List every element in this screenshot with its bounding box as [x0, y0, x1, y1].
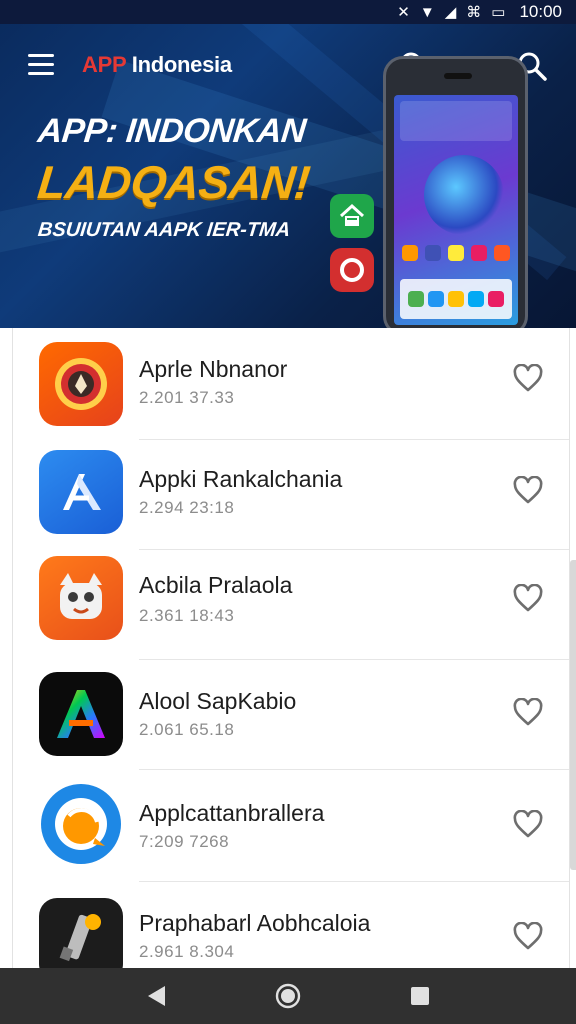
promo-line-1: APP: INDONKAN: [36, 112, 308, 150]
home-circle-icon: [275, 983, 301, 1009]
home-button[interactable]: [268, 976, 308, 1016]
app-name: Alool SapKabio: [139, 688, 297, 714]
cat-mascot-glyph: [60, 573, 102, 619]
app-meta: 2.361 18:43: [139, 606, 235, 625]
ring-icon: [340, 258, 364, 282]
chat-bubble-glyph: [41, 784, 121, 864]
heart-icon: [513, 363, 543, 392]
app-badge: [330, 248, 374, 292]
phone-dock-icons: [408, 291, 504, 307]
app-meta: 2.201 37.33: [139, 388, 235, 407]
promo-line-2: LADQASAN!: [35, 156, 313, 208]
app-meta: 2.061 65.18: [139, 720, 235, 739]
brand-name: Indonesia: [125, 52, 232, 77]
system-nav-bar: [0, 968, 576, 1024]
chat-bubble-icon: [39, 782, 123, 866]
recents-button[interactable]: [400, 976, 440, 1016]
promo-headline: APP: INDONKAN LADQASAN! BSUIUTAN AAPK IE…: [35, 112, 338, 242]
favorite-button[interactable]: [513, 363, 543, 392]
arrow-a-icon: [39, 450, 123, 534]
nfc-icon: ⌘: [466, 3, 482, 21]
list-item[interactable]: Acbila Pralaola 2.361 18:43: [13, 548, 569, 660]
brand-accent: APP: [82, 52, 126, 77]
recents-square-icon: [411, 987, 429, 1005]
back-triangle-icon: [148, 986, 165, 1006]
heart-icon: [513, 921, 543, 950]
phone-screen: [394, 95, 518, 325]
list-item[interactable]: Alool SapKabio 2.061 65.18: [13, 658, 569, 770]
wallpaper-shape: [424, 155, 504, 235]
phone-illustration: [383, 56, 528, 328]
clock: 10:00: [519, 2, 562, 21]
app-name: Praphabarl Aobhcaloia: [139, 910, 371, 936]
compass-gear-icon: [39, 342, 123, 426]
heart-icon: [513, 583, 543, 612]
arrow-a-glyph: [63, 474, 101, 510]
list-item[interactable]: Praphabarl Aobhcaloia 2.961 8.304: [13, 882, 569, 968]
favorite-button[interactable]: [513, 697, 543, 726]
status-bar: ✕ ▼ ◢ ⌘ ▭ 10:00: [0, 0, 576, 24]
promo-line-3: BSUIUTAN AAPK IER-TMA: [36, 219, 292, 241]
mute-icon: ✕: [397, 3, 410, 21]
app-name: Acbila Pralaola: [139, 572, 293, 598]
hamburger-icon-bar: [28, 54, 54, 57]
store-badge: [330, 194, 374, 238]
app-list[interactable]: Aprle Nbnanor 2.201 37.33 Appki Rankalch…: [12, 328, 570, 968]
house-icon: [339, 203, 365, 226]
heart-icon: [513, 475, 543, 504]
list-item[interactable]: Applcattanbrallera 7:209 7268: [13, 770, 569, 882]
app-name: Aprle Nbnanor: [139, 356, 288, 382]
list-item[interactable]: Aprle Nbnanor 2.201 37.33: [13, 328, 569, 440]
favorite-button[interactable]: [513, 583, 543, 612]
heart-icon: [513, 809, 543, 838]
favorite-button[interactable]: [513, 809, 543, 838]
app-screen: APP Indonesia APP: INDONKAN LADQASAN! BS…: [0, 0, 576, 1024]
phone-app-row: [402, 245, 510, 261]
phone-dock: [400, 279, 512, 319]
hamburger-icon-bar: [28, 63, 54, 66]
rainbow-a-glyph: [57, 690, 105, 738]
phone-camera: [444, 73, 472, 79]
app-name: Applcattanbrallera: [139, 800, 325, 826]
phone-widget: [400, 101, 512, 141]
hero-banner[interactable]: APP Indonesia APP: INDONKAN LADQASAN! BS…: [0, 0, 576, 328]
menu-button[interactable]: [28, 54, 54, 76]
pen-icon: [39, 898, 123, 968]
scrollbar[interactable]: [570, 560, 576, 870]
list-item[interactable]: Appki Rankalchania 2.294 23:18: [13, 438, 569, 550]
battery-icon: ▭: [491, 3, 506, 21]
brand-logo: APP Indonesia: [82, 52, 232, 78]
wifi-icon: ▼: [419, 3, 435, 21]
rainbow-a-icon: [39, 672, 123, 756]
cat-mascot-icon: [39, 556, 123, 640]
signal-icon: ◢: [444, 3, 457, 21]
app-meta: 7:209 7268: [139, 832, 230, 851]
app-meta: 2.294 23:18: [139, 498, 235, 517]
favorite-button[interactable]: [513, 475, 543, 504]
favorite-button[interactable]: [513, 921, 543, 950]
compass-gear-glyph: [55, 358, 107, 410]
app-meta: 2.961 8.304: [139, 942, 235, 961]
hamburger-icon-bar: [28, 72, 54, 75]
back-button[interactable]: [136, 976, 176, 1016]
pen-glyph: [59, 914, 101, 962]
app-name: Appki Rankalchania: [139, 466, 343, 492]
heart-icon: [513, 697, 543, 726]
